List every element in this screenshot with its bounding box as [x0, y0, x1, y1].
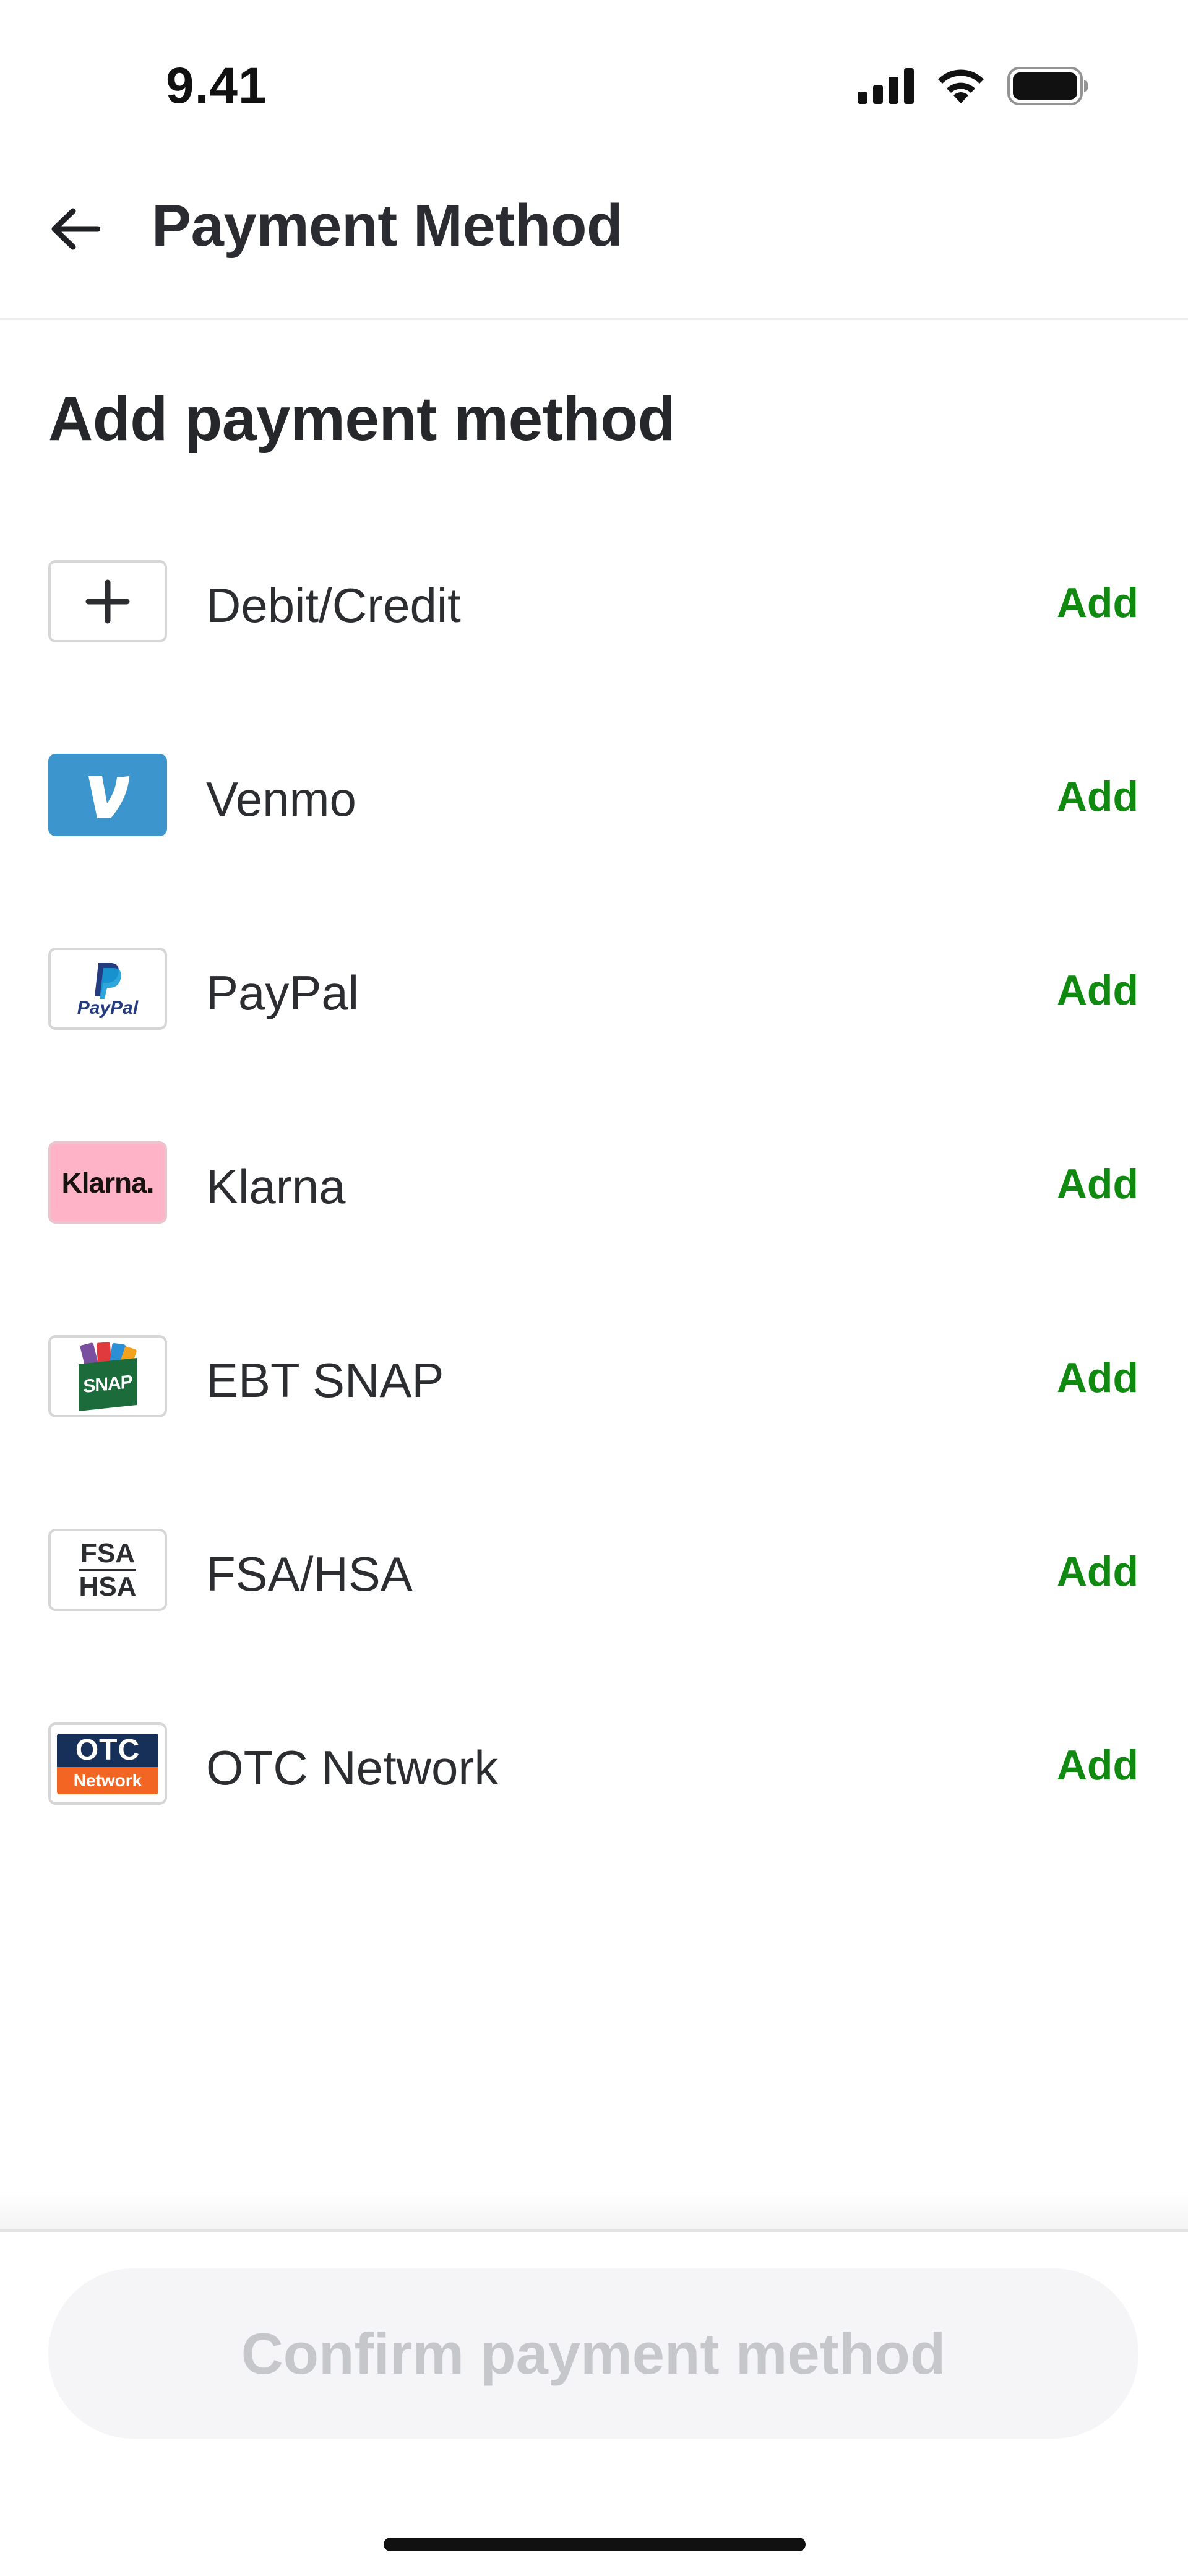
bottom-bar-shadow: [0, 2191, 1188, 2231]
paypal-logo-icon: PayPal: [48, 948, 167, 1030]
method-label: Venmo: [206, 772, 356, 826]
wifi-icon: [938, 69, 984, 103]
snap-logo-text: SNAP: [83, 1371, 132, 1397]
method-label: Klarna: [206, 1159, 346, 1214]
hsa-logo-text: HSA: [79, 1571, 137, 1602]
plus-icon: [48, 560, 167, 642]
add-ebt-snap-button[interactable]: Add: [1057, 1354, 1138, 1402]
add-debit-credit-button[interactable]: Add: [1057, 579, 1138, 627]
payment-method-debit-credit[interactable]: Debit/Credit Add: [0, 554, 1188, 748]
klarna-logo-text: Klarna.: [61, 1166, 155, 1199]
method-label: FSA/HSA: [206, 1547, 413, 1601]
add-klarna-button[interactable]: Add: [1057, 1160, 1138, 1208]
cellular-signal-icon: [858, 68, 914, 104]
payment-methods-list: Debit/Credit Add Venmo Add PayPal PayPal…: [0, 554, 1188, 1910]
payment-method-otc-network[interactable]: OTC Network OTC Network Add: [0, 1716, 1188, 1910]
paypal-logo-text: PayPal: [77, 997, 139, 1018]
back-button[interactable]: [45, 199, 104, 259]
confirm-payment-method-button[interactable]: Confirm payment method: [48, 2268, 1138, 2439]
add-venmo-button[interactable]: Add: [1057, 772, 1138, 821]
add-paypal-button[interactable]: Add: [1057, 966, 1138, 1014]
arrow-left-icon: [51, 208, 100, 250]
method-label: PayPal: [206, 966, 359, 1020]
method-label: OTC Network: [206, 1740, 499, 1795]
status-bar: 9.41: [0, 0, 1188, 130]
app-header: Payment Method: [0, 142, 1188, 319]
klarna-logo-icon: Klarna.: [48, 1141, 167, 1224]
otc-logo-text: OTC: [75, 1734, 140, 1766]
section-title: Add payment method: [48, 384, 676, 454]
fsa-logo-text: FSA: [80, 1537, 135, 1568]
method-label: EBT SNAP: [206, 1353, 444, 1407]
network-logo-text: Network: [73, 1770, 142, 1790]
payment-method-klarna[interactable]: Klarna. Klarna Add: [0, 1135, 1188, 1329]
header-divider: [0, 318, 1188, 320]
method-label: Debit/Credit: [206, 578, 461, 633]
snap-logo-icon: SNAP: [48, 1335, 167, 1417]
bottom-divider: [0, 2229, 1188, 2232]
add-fsa-hsa-button[interactable]: Add: [1057, 1547, 1138, 1596]
status-icons: [858, 67, 1089, 105]
add-otc-network-button[interactable]: Add: [1057, 1741, 1138, 1789]
battery-icon: [1007, 67, 1088, 105]
payment-method-venmo[interactable]: Venmo Add: [0, 748, 1188, 941]
fsa-hsa-logo-icon: FSA HSA: [48, 1529, 167, 1611]
home-indicator: [384, 2538, 806, 2551]
payment-method-fsa-hsa[interactable]: FSA HSA FSA/HSA Add: [0, 1523, 1188, 1716]
page-title: Payment Method: [152, 192, 623, 259]
venmo-logo-icon: [48, 754, 167, 836]
payment-method-paypal[interactable]: PayPal PayPal Add: [0, 941, 1188, 1135]
payment-method-ebt-snap[interactable]: SNAP EBT SNAP Add: [0, 1329, 1188, 1523]
status-time: 9.41: [166, 58, 267, 114]
otc-network-logo-icon: OTC Network: [48, 1722, 167, 1805]
